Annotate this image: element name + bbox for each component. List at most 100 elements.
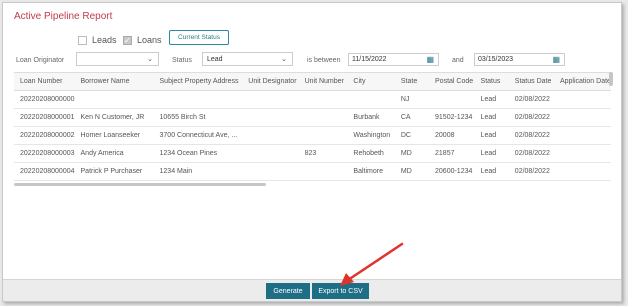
- loans-checkbox-label: Loans: [137, 35, 162, 45]
- table-cell: 823: [298, 144, 348, 163]
- calendar-icon[interactable]: ▦: [552, 55, 560, 64]
- table-cell: Lead: [474, 90, 509, 109]
- current-status-button[interactable]: Current Status: [169, 30, 229, 45]
- horizontal-scrollbar[interactable]: [14, 183, 266, 186]
- date-to-input[interactable]: 03/15/2023 ▦: [474, 53, 565, 66]
- leads-checkbox-label: Leads: [92, 35, 117, 45]
- annotation-arrow-icon: [340, 242, 404, 286]
- column-header[interactable]: Borrower Name: [74, 73, 154, 91]
- table-cell: DC: [394, 126, 430, 145]
- pipeline-table: Loan Number Borrower Name Subject Property…: [14, 73, 611, 181]
- vertical-scrollbar[interactable]: [609, 72, 613, 86]
- table-cell: [298, 90, 348, 109]
- table-cell: Patrick P Purchaser: [74, 162, 154, 181]
- table-cell: NJ: [394, 90, 430, 109]
- table-cell: [553, 126, 611, 145]
- table-cell: [242, 108, 299, 127]
- table-cell: 02/08/2022: [508, 126, 554, 145]
- column-header[interactable]: Status: [474, 73, 509, 91]
- column-header[interactable]: City: [347, 73, 395, 91]
- table-cell: CA: [394, 108, 430, 127]
- table-cell: [242, 144, 299, 163]
- column-header[interactable]: Status Date: [508, 73, 554, 91]
- table-cell: 02/08/2022: [508, 144, 554, 163]
- status-label: Status: [172, 57, 192, 64]
- table-cell: 20220208000002: [14, 126, 75, 145]
- table-cell: 21857: [429, 144, 475, 163]
- date-from-input[interactable]: 11/15/2022 ▦: [348, 53, 439, 66]
- table-cell: Homer Loanseeker: [74, 126, 154, 145]
- table-cell: 20008: [429, 126, 475, 145]
- table-cell: Lead: [474, 144, 509, 163]
- table-cell: Ken N Customer, JR: [74, 108, 154, 127]
- table-cell: 20220208000001: [14, 108, 75, 127]
- table-cell: 1234 Ocean Pines: [153, 144, 243, 163]
- table-cell: 02/08/2022: [508, 162, 554, 181]
- column-header[interactable]: Unit Designator: [242, 73, 299, 91]
- table-cell: [242, 90, 299, 109]
- between-label: is between: [307, 57, 341, 64]
- table-cell: Lead: [474, 126, 509, 145]
- table-header-row: Loan Number Borrower Name Subject Property…: [14, 73, 611, 91]
- table-cell: [242, 162, 299, 181]
- chevron-down-icon: ⌄: [147, 56, 153, 63]
- loans-checkbox-box[interactable]: ✓: [123, 35, 132, 45]
- table-cell: 10655 Birch St: [153, 108, 243, 127]
- chevron-down-icon: ⌄: [281, 56, 287, 63]
- table-cell: [553, 108, 611, 127]
- calendar-icon[interactable]: ▦: [426, 55, 434, 64]
- table-cell: [153, 90, 243, 109]
- table-cell: MD: [394, 144, 430, 163]
- table-row[interactable]: 20220208000001 Ken N Customer, JR 10655 Bi…: [14, 108, 611, 127]
- table-cell: Andy America: [74, 144, 154, 163]
- leads-checkbox[interactable]: Leads: [78, 35, 117, 45]
- table-cell: 20220208000000: [14, 90, 75, 109]
- table-cell: Burbank: [347, 108, 395, 127]
- column-header[interactable]: State: [394, 73, 430, 91]
- loans-checkbox[interactable]: ✓ Loans: [123, 35, 162, 45]
- table-cell: 3700 Connecticut Ave, ...: [153, 126, 243, 145]
- date-to-value: 03/15/2023: [478, 56, 514, 63]
- table-cell: Lead: [474, 162, 509, 181]
- table-cell: [553, 90, 611, 109]
- page-title: Active Pipeline Report: [14, 11, 113, 22]
- column-header[interactable]: Unit Number: [298, 73, 348, 91]
- table-cell: [429, 90, 475, 109]
- table-cell: Lead: [474, 108, 509, 127]
- generate-button[interactable]: Generate: [266, 283, 310, 299]
- table-cell: [74, 90, 154, 109]
- column-header[interactable]: Loan Number: [14, 73, 75, 91]
- table-cell: [298, 162, 348, 181]
- table-cell: 02/08/2022: [508, 108, 554, 127]
- column-header[interactable]: Application Date: [553, 73, 611, 91]
- table-row[interactable]: 20220208000003 Andy America 1234 Ocean Pin…: [14, 144, 611, 163]
- status-select[interactable]: Lead ⌄: [202, 52, 293, 66]
- table-cell: 20220208000003: [14, 144, 75, 163]
- table-cell: 20600-1234: [429, 162, 475, 181]
- table-row[interactable]: 20220208000000 NJ Lead 02/08/2022: [14, 90, 611, 109]
- table-cell: [553, 144, 611, 163]
- column-header[interactable]: Postal Code: [429, 73, 475, 91]
- table-cell: [242, 126, 299, 145]
- loan-originator-select[interactable]: ⌄: [76, 52, 159, 66]
- table-row[interactable]: 20220208000004 Patrick P Purchaser 1234 Ma…: [14, 162, 611, 181]
- pipeline-grid: Loan Number Borrower Name Subject Property…: [14, 72, 611, 188]
- table-cell: [553, 162, 611, 181]
- table-cell: [347, 90, 395, 109]
- loan-originator-label: Loan Originator: [16, 57, 65, 64]
- status-value: Lead: [207, 55, 223, 63]
- and-label: and: [452, 57, 464, 64]
- date-from-value: 11/15/2022: [352, 56, 387, 63]
- leads-checkbox-box[interactable]: [78, 35, 87, 45]
- table-cell: MD: [394, 162, 430, 181]
- table-cell: [298, 126, 348, 145]
- table-cell: Baltimore: [347, 162, 395, 181]
- table-cell: 20220208000004: [14, 162, 75, 181]
- table-cell: Washington: [347, 126, 395, 145]
- table-cell: 1234 Main: [153, 162, 243, 181]
- table-row[interactable]: 20220208000002 Homer Loanseeker 3700 Conne…: [14, 126, 611, 145]
- table-cell: 02/08/2022: [508, 90, 554, 109]
- table-cell: [298, 108, 348, 127]
- column-header[interactable]: Subject Property Address: [153, 73, 243, 91]
- table-cell: 91502-1234: [429, 108, 475, 127]
